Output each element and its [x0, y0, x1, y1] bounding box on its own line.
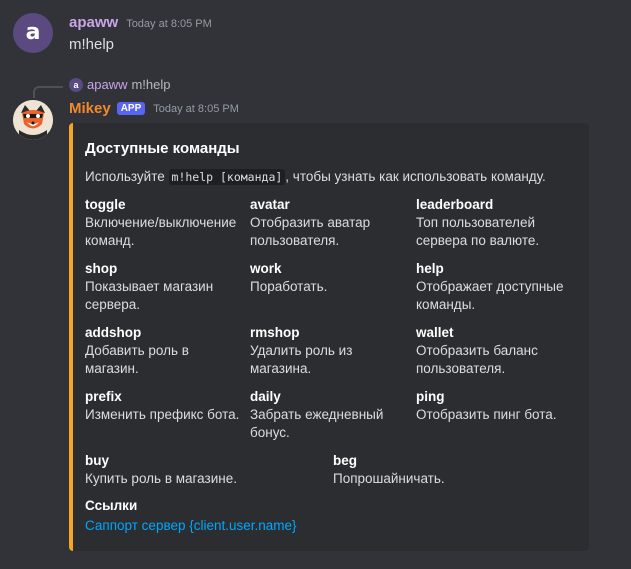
message-content: m!help [69, 36, 115, 53]
field-name: shop [85, 261, 118, 276]
reply-avatar: a [69, 77, 83, 92]
field-help: help Отображает доступные команды. [416, 260, 576, 314]
field-avatar: avatar Отобразить аватар пользователя. [250, 196, 410, 250]
reply-content[interactable]: m!help [131, 77, 170, 92]
field-value: Забрать ежедневный бонус. [250, 407, 384, 440]
field-value: Добавить роль в магазин. [85, 343, 189, 376]
bot-timestamp: Today at 8:05 PM [153, 102, 239, 115]
field-beg: beg Попрошайничать. [333, 452, 563, 488]
field-value: Отобразить аватар пользователя. [250, 215, 371, 248]
links-title: Ссылки [85, 498, 138, 513]
field-work: work Поработать. [250, 260, 410, 296]
field-ping: ping Отобразить пинг бота. [416, 388, 576, 424]
field-daily: daily Забрать ежедневный бонус. [250, 388, 410, 442]
embed-title: Доступные команды [85, 140, 240, 157]
field-name: leaderboard [416, 197, 494, 212]
field-name: daily [250, 389, 281, 404]
field-value: Топ пользователей сервера по валюте. [416, 215, 540, 248]
field-prefix: prefix Изменить префикс бота. [85, 388, 245, 424]
field-name: work [250, 261, 282, 276]
desc-text-after: , чтобы узнать как использовать команду. [285, 169, 546, 184]
bot-username[interactable]: Mikey [69, 100, 111, 117]
field-name: rmshop [250, 325, 300, 340]
field-value: Показывает магазин сервера. [85, 279, 214, 312]
timestamp: Today at 8:05 PM [126, 18, 212, 30]
field-value: Отобразить баланс пользователя. [416, 343, 538, 376]
fox-mascot-icon [13, 100, 53, 140]
field-toggle: toggle Включение/выключение команд. [85, 196, 245, 250]
field-name: beg [333, 453, 358, 468]
app-badge: APP [116, 102, 146, 115]
field-wallet: wallet Отобразить баланс пользователя. [416, 324, 576, 378]
field-rmshop: rmshop Удалить роль из магазина. [250, 324, 410, 378]
field-name: ping [416, 389, 445, 404]
support-server-link[interactable]: Саппорт сервер {client.user.name} [85, 518, 297, 533]
reply-spine [33, 86, 63, 98]
field-leaderboard: leaderboard Топ пользователей сервера по… [416, 196, 576, 250]
field-name: addshop [85, 325, 142, 340]
field-name: buy [85, 453, 110, 468]
field-name: help [416, 261, 444, 276]
user-avatar[interactable]: a [13, 13, 53, 53]
field-value: Изменить префикс бота. [85, 407, 240, 422]
bot-message-header: Mikey APP Today at 8:05 PM [69, 100, 239, 117]
field-buy: buy Купить роль в магазине. [85, 452, 315, 488]
field-addshop: addshop Добавить роль в магазин. [85, 324, 245, 378]
avatar-letter: a [25, 19, 41, 45]
field-value: Включение/выключение команд. [85, 215, 237, 248]
field-value: Отображает доступные команды. [416, 279, 564, 312]
embed-description: Используйте m!help [команда], чтобы узна… [85, 169, 546, 185]
message-header: apaww Today at 8:05 PM [69, 14, 212, 31]
username[interactable]: apaww [69, 14, 118, 31]
help-embed: Доступные команды Используйте m!help [ко… [69, 123, 589, 551]
reply-username[interactable]: apaww [87, 77, 127, 92]
desc-inline-code: m!help [команда] [168, 169, 286, 185]
desc-text-before: Используйте [85, 169, 169, 184]
field-value: Удалить роль из магазина. [250, 343, 353, 376]
field-value: Попрошайничать. [333, 471, 445, 486]
field-value: Купить роль в магазине. [85, 471, 237, 486]
field-name: wallet [416, 325, 454, 340]
field-name: avatar [250, 197, 290, 212]
field-name: prefix [85, 389, 122, 404]
reply-reference[interactable]: a apaww m!help [69, 77, 171, 92]
field-name: toggle [85, 197, 126, 212]
bot-avatar[interactable] [13, 100, 53, 140]
message-user: a apaww Today at 8:05 PM m!help [0, 0, 631, 60]
field-value: Поработать. [250, 279, 328, 294]
field-value: Отобразить пинг бота. [416, 407, 557, 422]
field-shop: shop Показывает магазин сервера. [85, 260, 245, 314]
